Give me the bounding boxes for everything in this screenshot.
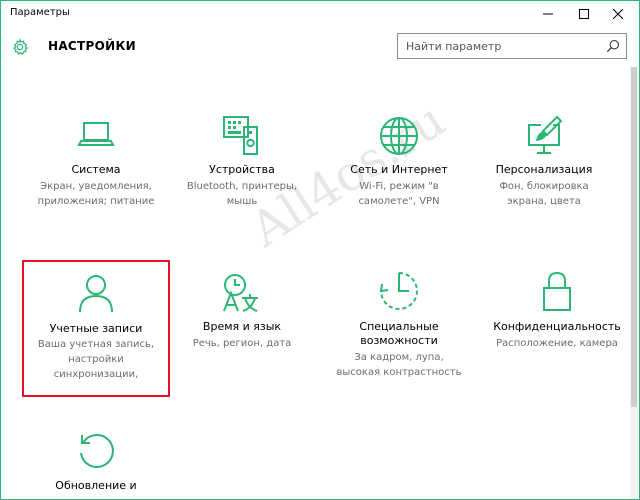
tile-description: Расположение, камера (496, 338, 618, 349)
tile-privacy[interactable]: Конфиденциальность Расположение, камера (483, 260, 631, 394)
scrollbar[interactable] (630, 67, 638, 499)
tile-title: Система (71, 163, 121, 176)
maximize-button[interactable] (567, 1, 601, 27)
accessibility-icon (379, 272, 418, 310)
paint-icon (528, 115, 563, 154)
scrollbar-thumb[interactable] (631, 67, 637, 407)
tile-description: Речь, регион, дата (192, 338, 292, 349)
gear-icon (12, 38, 29, 56)
tile-description: Bluetooth, принтеры, мышь (186, 181, 298, 207)
tile-title: Специальные возможности (359, 320, 439, 347)
page-title: НАСТРОЙКИ (48, 39, 136, 53)
tile-title: Конфиденциальность (493, 320, 621, 333)
tile-title: Сеть и Интернет (350, 163, 448, 176)
tile-system[interactable]: Система Экран, уведомления, приложения; … (22, 105, 170, 239)
maximize-icon (579, 9, 589, 19)
update-icon (80, 433, 114, 468)
settings-header: НАСТРОЙКИ (1, 27, 639, 67)
tile-title: Устройства (209, 163, 275, 176)
close-icon (613, 9, 623, 19)
time-language-icon (223, 274, 258, 312)
tile-update[interactable]: Обновление и (22, 421, 170, 499)
devices-icon (223, 116, 258, 155)
lock-icon (543, 271, 571, 311)
search-input[interactable] (398, 34, 606, 58)
tile-description: Экран, уведомления, приложения; питание (37, 181, 155, 207)
settings-window: Параметры НАСТРОЙКИ All4os.r (0, 0, 640, 500)
minimize-icon (543, 13, 553, 15)
tile-title: Обновление и (55, 479, 137, 492)
tile-description: Ваша учетная запись, настройки синхрониз… (37, 339, 155, 380)
tile-time-language[interactable]: Время и язык Речь, регион, дата (168, 260, 316, 394)
user-icon (79, 275, 113, 313)
search-box[interactable] (397, 33, 627, 59)
window-title: Параметры (10, 7, 70, 18)
tile-description: За кадром, лупа, высокая контрастность (336, 352, 462, 378)
tile-ease-of-access[interactable]: Специальные возможности За кадром, лупа,… (325, 260, 473, 394)
search-icon[interactable] (606, 39, 620, 53)
tile-description: Фон, блокировка экрана, цвета (499, 181, 589, 207)
title-bar[interactable]: Параметры (1, 1, 639, 27)
globe-icon (380, 117, 418, 155)
close-button[interactable] (601, 1, 635, 27)
tile-description: Wi-Fi, режим "в самолете", VPN (358, 181, 440, 207)
tile-title: Учетные записи (49, 322, 143, 335)
tile-accounts[interactable]: Учетные записи Ваша учетная запись, наст… (22, 260, 170, 397)
tile-title: Время и язык (202, 320, 282, 333)
tile-network[interactable]: Сеть и Интернет Wi-Fi, режим "в самолете… (325, 105, 473, 239)
tile-title: Персонализация (495, 163, 593, 176)
minimize-button[interactable] (531, 1, 565, 27)
tile-personalization[interactable]: Персонализация Фон, блокировка экрана, ц… (470, 105, 618, 239)
laptop-icon (77, 122, 115, 146)
tile-devices[interactable]: Устройства Bluetooth, принтеры, мышь (168, 105, 316, 239)
